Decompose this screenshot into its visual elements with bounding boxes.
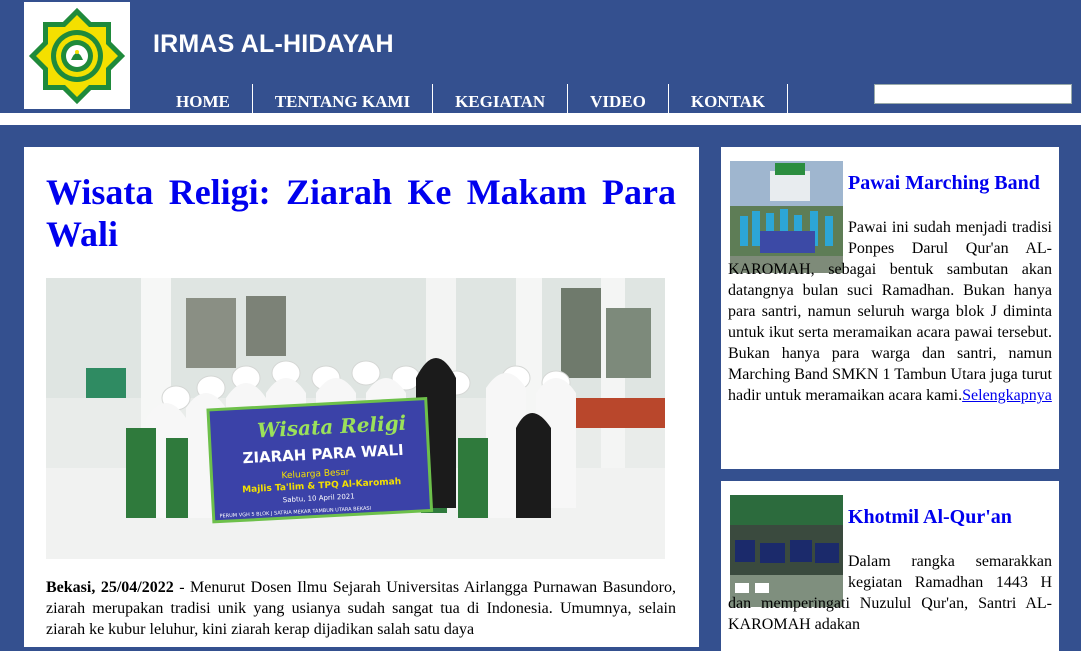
nav-item-kegiatan[interactable]: KEGIATAN	[433, 84, 569, 113]
read-more-link[interactable]: Selengkapnya	[962, 387, 1052, 404]
post-dateline: Bekasi, 25/04/2022	[46, 579, 174, 596]
card-text: Dalam rangka semarakkan kegiatan Ramadha…	[728, 551, 1052, 635]
header-divider	[0, 113, 1081, 125]
article-panel: Wisata Religi: Ziarah Ke Makam Para Wali	[24, 147, 699, 647]
post-title[interactable]: Wisata Religi: Ziarah Ke Makam Para Wali	[46, 171, 676, 255]
post-image: Wisata Religi ZIARAH PARA WALI Keluarga …	[46, 278, 665, 559]
site-logo[interactable]	[24, 2, 130, 109]
nav-item-tentang-kami[interactable]: TENTANG KAMI	[253, 84, 434, 113]
search-input[interactable]	[874, 84, 1072, 104]
post-body: Bekasi, 25/04/2022 - Menurut Dosen Ilmu …	[46, 577, 676, 640]
card-excerpt: Pawai ini sudah menjadi tradisi Ponpes D…	[728, 219, 1052, 404]
nav-item-home[interactable]: HOME	[153, 84, 253, 113]
card-text: Pawai ini sudah menjadi tradisi Ponpes D…	[728, 217, 1052, 406]
card-title[interactable]: Pawai Marching Band	[848, 172, 1040, 195]
site-header: IRMAS AL-HIDAYAH HOME TENTANG KAMI KEGIA…	[0, 0, 1081, 113]
card-title[interactable]: Khotmil Al-Qur'an	[848, 506, 1012, 529]
main-nav: HOME TENTANG KAMI KEGIATAN VIDEO KONTAK	[153, 84, 789, 113]
nav-item-kontak[interactable]: KONTAK	[669, 84, 789, 113]
sidebar-card: Pawai Marching Band Pawai ini sudah menj…	[721, 147, 1059, 469]
site-title[interactable]: IRMAS AL-HIDAYAH	[153, 30, 394, 59]
sidebar-card: Khotmil Al-Qur'an Dalam rangka semarakka…	[721, 481, 1059, 651]
emblem-star-icon	[28, 7, 126, 104]
nav-item-video[interactable]: VIDEO	[568, 84, 669, 113]
